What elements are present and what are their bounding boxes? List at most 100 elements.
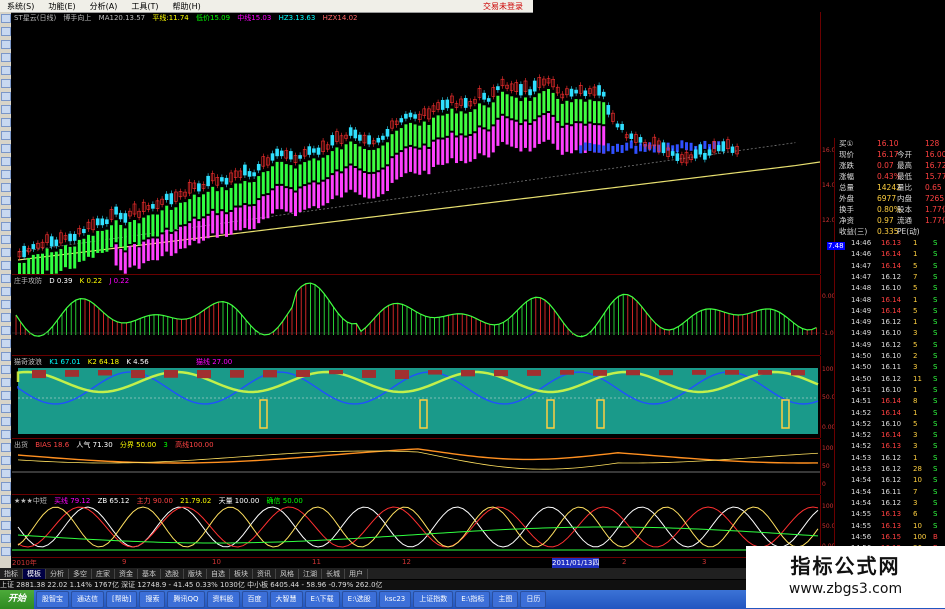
indicator-tab[interactable]: 指标 <box>0 568 23 579</box>
taskbar-item[interactable]: 主图 <box>492 591 519 608</box>
toolbar-tool-icon[interactable] <box>0 248 11 257</box>
green-band-bar <box>192 194 196 217</box>
toolbar-tool-icon[interactable] <box>0 508 11 517</box>
taskbar-item[interactable]: 股智宝 <box>36 591 70 608</box>
toolbar-tool-icon[interactable] <box>0 469 11 478</box>
toolbar-tool-icon[interactable] <box>0 118 11 127</box>
main-chart-panel[interactable]: ST星云(日线) 博手向上 MA120.13.57 平线:11.74 低价15.… <box>12 12 821 285</box>
taskbar-item[interactable]: [帮助] <box>106 591 138 608</box>
indicator-tab[interactable]: 基本 <box>138 568 161 579</box>
toolbar-tool-icon[interactable] <box>0 495 11 504</box>
indicator-tab[interactable]: 江湖 <box>299 568 322 579</box>
menu-function[interactable]: 功能(E) <box>41 1 82 12</box>
red-top-block <box>626 370 640 376</box>
toolbar-tool-icon[interactable] <box>0 339 11 348</box>
toolbar-tool-icon[interactable] <box>0 404 11 413</box>
toolbar-tool-icon[interactable] <box>0 196 11 205</box>
start-button[interactable]: 开始 <box>0 590 35 609</box>
green-band-bar <box>386 142 389 165</box>
toolbar-tool-icon[interactable] <box>0 53 11 62</box>
indicator-tab[interactable]: 用户 <box>345 568 368 579</box>
toolbar-tool-icon[interactable] <box>0 547 11 556</box>
toolbar-tool-icon[interactable] <box>0 417 11 426</box>
toolbar-tool-icon[interactable] <box>0 274 11 283</box>
toolbar-tool-icon[interactable] <box>0 235 11 244</box>
tick-volume: 5 <box>913 419 918 428</box>
green-band-bar <box>18 262 21 285</box>
toolbar-tool-icon[interactable] <box>0 482 11 491</box>
toolbar-tool-icon[interactable] <box>0 131 11 140</box>
indicator-panel-3[interactable]: 出货 BIAS 18.6 人气 71.30 分界 50.00 3 高线100.0… <box>12 439 820 495</box>
toolbar-tool-icon[interactable] <box>0 378 11 387</box>
indicator-tab[interactable]: 资金 <box>115 568 138 579</box>
toolbar-tool-icon[interactable] <box>0 313 11 322</box>
taskbar-item[interactable]: 大智慧 <box>269 591 303 608</box>
taskbar-item[interactable]: 日历 <box>520 591 547 608</box>
taskbar-item[interactable]: 上证指数 <box>413 591 454 608</box>
toolbar-tool-icon[interactable] <box>0 391 11 400</box>
blue-band-bar <box>680 140 684 149</box>
toolbar-tool-icon[interactable] <box>0 27 11 36</box>
indicator-tab[interactable]: 模板 <box>23 568 46 579</box>
toolbar-tool-icon[interactable] <box>0 443 11 452</box>
toolbar-tool-icon[interactable] <box>0 157 11 166</box>
candle-body <box>463 97 468 108</box>
toolbar-tool-icon[interactable] <box>0 66 11 75</box>
taskbar-item[interactable]: E:\下载 <box>304 591 340 608</box>
indicator-tab[interactable]: 长城 <box>322 568 345 579</box>
taskbar-item[interactable]: E:\指标 <box>455 591 491 608</box>
tick-volume: 5 <box>913 340 918 349</box>
toolbar-tool-icon[interactable] <box>0 287 11 296</box>
toolbar-tool-icon[interactable] <box>0 105 11 114</box>
toolbar-tool-icon[interactable] <box>0 14 11 23</box>
candle-body <box>601 91 606 97</box>
toolbar-tool-icon[interactable] <box>0 170 11 179</box>
taskbar-item[interactable]: 百度 <box>241 591 268 608</box>
indicator-tab[interactable]: 风格 <box>276 568 299 579</box>
magenta-band-bar <box>574 123 578 151</box>
indicator-tab[interactable]: 分析 <box>46 568 69 579</box>
toolbar-tool-icon[interactable] <box>0 456 11 465</box>
toolbar-tool-icon[interactable] <box>0 79 11 88</box>
indicator-tab[interactable]: 自选 <box>207 568 230 579</box>
toolbar-tool-icon[interactable] <box>0 352 11 361</box>
menu-help[interactable]: 帮助(H) <box>165 1 207 12</box>
quote-value: 0.335 <box>877 227 899 236</box>
indicator-tab[interactable]: 庄家 <box>92 568 115 579</box>
toolbar-tool-icon[interactable] <box>0 261 11 270</box>
taskbar-item[interactable]: ksc23 <box>378 591 412 608</box>
taskbar-item[interactable]: 通达信 <box>71 591 105 608</box>
taskbar-item[interactable]: 搜索 <box>139 591 166 608</box>
indicator-tab[interactable]: 资讯 <box>253 568 276 579</box>
green-band-bar <box>560 103 564 126</box>
toolbar-tool-icon[interactable] <box>0 144 11 153</box>
toolbar-tool-icon[interactable] <box>0 326 11 335</box>
toolbar-tool-icon[interactable] <box>0 92 11 101</box>
toolbar-tool-icon[interactable] <box>0 40 11 49</box>
menu-system[interactable]: 系统(S) <box>0 1 41 12</box>
indicator-panel-4[interactable]: ★★★中短 买线 79.12 ZB 65.12 主力 90.00 21.79.0… <box>12 495 820 558</box>
menu-analysis[interactable]: 分析(A) <box>83 1 125 12</box>
indicator-tab[interactable]: 选股 <box>161 568 184 579</box>
taskbar-item[interactable]: E:\选股 <box>341 591 377 608</box>
indicator-tab[interactable]: 版块 <box>184 568 207 579</box>
toolbar-tool-icon[interactable] <box>0 183 11 192</box>
toolbar-tool-icon[interactable] <box>0 300 11 309</box>
toolbar-tool-icon[interactable] <box>0 430 11 439</box>
taskbar-item[interactable]: 资料股 <box>206 591 240 608</box>
tick-side: S <box>933 453 938 462</box>
toolbar-tool-icon[interactable] <box>0 534 11 543</box>
toolbar-tool-icon[interactable] <box>0 209 11 218</box>
toolbar-tool-icon[interactable] <box>0 521 11 530</box>
indicator-panel-2[interactable]: 猫奇波浪 K1 67.01 K2 64.18 K 4.56 猫线 27.00 <box>12 356 820 439</box>
toolbar-tool-icon[interactable] <box>0 222 11 231</box>
indicator-tab[interactable]: 板块 <box>230 568 253 579</box>
trade-login-status[interactable]: 交易未登录 <box>483 1 533 12</box>
indicator-panel-1[interactable]: 庄手攻防 D 0.39 K 0.22 J 0.22 <box>12 275 820 356</box>
taskbar-item[interactable]: 腾讯QQ <box>167 591 205 608</box>
menu-tools[interactable]: 工具(T) <box>124 1 165 12</box>
quote-row: 外盘 6977 内盘 7265 <box>835 193 945 204</box>
indicator-tab[interactable]: 多空 <box>69 568 92 579</box>
toolbar-tool-icon[interactable] <box>0 365 11 374</box>
magenta-band-bar <box>376 172 380 197</box>
